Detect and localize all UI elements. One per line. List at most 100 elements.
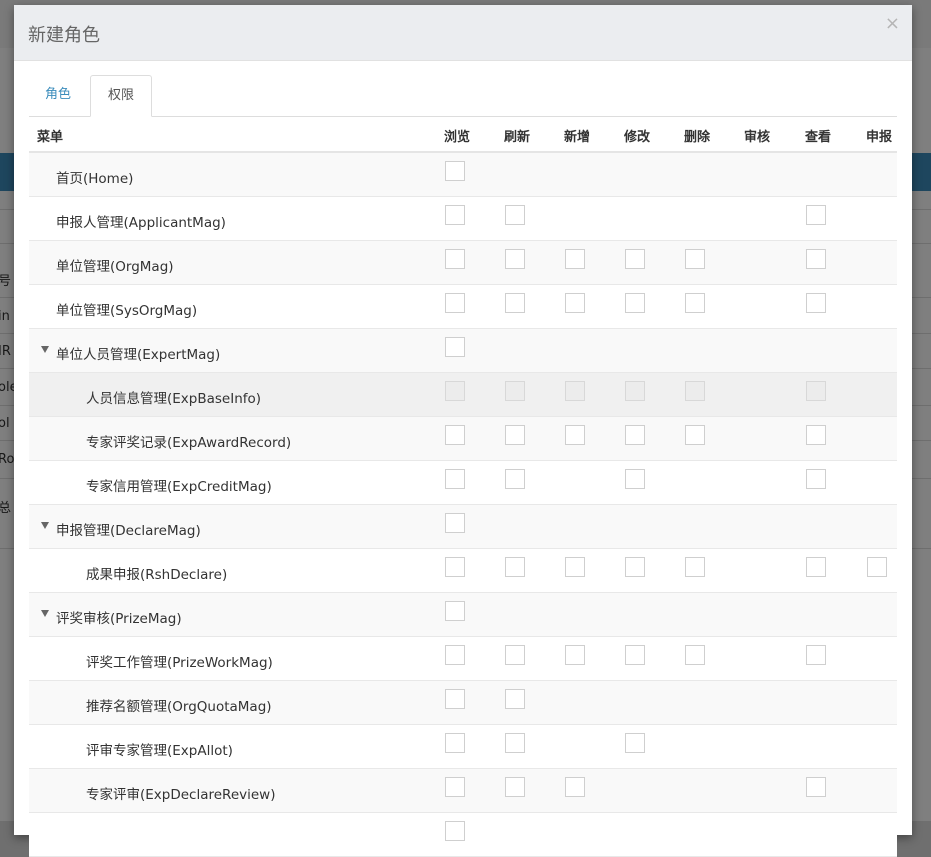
permission-checkbox-browse[interactable] [445,557,465,577]
menu-item-label: 专家评审(ExpDeclareReview) [86,787,276,803]
table-row: 专家信用管理(ExpCreditMag) [29,461,897,505]
tab-permissions[interactable]: 权限 [90,75,152,117]
column-header-menu: 菜单 [37,130,64,145]
permission-checkbox-edit[interactable] [625,249,645,269]
permission-checkbox-refresh[interactable] [505,557,525,577]
permission-checkbox-view[interactable] [806,557,826,577]
permission-checkbox-delete[interactable] [685,249,705,269]
permission-checkbox-edit[interactable] [625,557,645,577]
dialog-header: 新建角色 × [14,5,912,61]
permission-checkbox-browse[interactable] [445,205,465,225]
permission-checkbox-view[interactable] [806,381,826,401]
permission-checkbox-browse[interactable] [445,249,465,269]
menu-item-label: 评奖工作管理(PrizeWorkMag) [86,655,273,671]
permission-checkbox-refresh[interactable] [505,381,525,401]
permission-checkbox-view[interactable] [806,293,826,313]
permission-checkbox-browse[interactable] [445,293,465,313]
permission-checkbox-add[interactable] [565,425,585,445]
permission-checkbox-browse[interactable] [445,689,465,709]
permission-checkbox-add[interactable] [565,293,585,313]
permission-checkbox-browse[interactable] [445,161,465,181]
permission-checkbox-delete[interactable] [685,645,705,665]
permission-checkbox-edit[interactable] [625,293,645,313]
permission-checkbox-declare[interactable] [867,557,887,577]
menu-item-label: 评奖审核(PrizeMag) [56,611,182,627]
permission-checkbox-edit[interactable] [625,381,645,401]
table-row [29,813,897,857]
menu-item-label: 单位人员管理(ExpertMag) [56,347,221,363]
column-header-browse: 浏览 [444,130,471,145]
permission-checkbox-refresh[interactable] [505,689,525,709]
menu-item-label: 专家评奖记录(ExpAwardRecord) [86,435,292,451]
permission-checkbox-delete[interactable] [685,425,705,445]
permission-checkbox-browse[interactable] [445,645,465,665]
column-header-review: 审核 [744,130,771,145]
permission-checkbox-browse[interactable] [445,601,465,621]
permission-checkbox-refresh[interactable] [505,777,525,797]
tab-role[interactable]: 角色 [29,75,87,115]
permission-checkbox-browse[interactable] [445,337,465,357]
permission-checkbox-refresh[interactable] [505,469,525,489]
permission-checkbox-refresh[interactable] [505,249,525,269]
permission-checkbox-refresh[interactable] [505,205,525,225]
permission-checkbox-edit[interactable] [625,425,645,445]
table-row: 评奖审核(PrizeMag) [29,593,897,637]
close-icon[interactable]: × [885,15,900,33]
permission-checkbox-edit[interactable] [625,469,645,489]
permission-checkbox-view[interactable] [806,645,826,665]
permission-checkbox-browse[interactable] [445,733,465,753]
table-row: 单位管理(OrgMag) [29,241,897,285]
permission-table: 菜单 浏览 刷新 新增 修改 删除 审核 查看 申报 首页(Home) 申报人管理(Applic… [29,117,897,857]
permission-checkbox-add[interactable] [565,777,585,797]
column-header-delete: 删除 [684,130,711,145]
menu-item-label: 评审专家管理(ExpAllot) [86,743,233,759]
tab-bar: 角色 权限 [29,75,897,117]
permission-checkbox-browse[interactable] [445,425,465,445]
permission-checkbox-delete[interactable] [685,381,705,401]
permission-checkbox-refresh[interactable] [505,425,525,445]
column-header-view: 查看 [805,130,832,145]
permission-checkbox-browse[interactable] [445,469,465,489]
permission-checkbox-add[interactable] [565,645,585,665]
permission-checkbox-view[interactable] [806,777,826,797]
expand-caret-icon[interactable] [41,610,49,617]
column-header-refresh: 刷新 [504,130,531,145]
permission-checkbox-view[interactable] [806,469,826,489]
permission-checkbox-delete[interactable] [685,557,705,577]
permission-checkbox-add[interactable] [565,249,585,269]
permission-checkbox-delete[interactable] [685,293,705,313]
permission-checkbox-refresh[interactable] [505,293,525,313]
table-row: 评审专家管理(ExpAllot) [29,725,897,769]
menu-item-label: 人员信息管理(ExpBaseInfo) [86,391,262,407]
table-row: 首页(Home) [29,153,897,197]
table-row: 专家评审(ExpDeclareReview) [29,769,897,813]
permission-checkbox-edit[interactable] [625,645,645,665]
permission-checkbox-view[interactable] [806,205,826,225]
permission-checkbox-browse[interactable] [445,513,465,533]
permission-checkbox-view[interactable] [806,425,826,445]
menu-item-label: 申报人管理(ApplicantMag) [56,215,226,231]
table-row: 单位管理(SysOrgMag) [29,285,897,329]
menu-item-label: 推荐名额管理(OrgQuotaMag) [86,699,272,715]
column-header-declare: 申报 [866,130,893,145]
permission-checkbox-browse[interactable] [445,381,465,401]
expand-caret-icon[interactable] [41,522,49,529]
menu-item-label: 成果申报(RshDeclare) [86,567,228,583]
permission-checkbox-view[interactable] [806,249,826,269]
table-row: 专家评奖记录(ExpAwardRecord) [29,417,897,461]
table-row: 申报人管理(ApplicantMag) [29,197,897,241]
permission-checkbox-browse[interactable] [445,777,465,797]
new-role-dialog: 新建角色 × 角色 权限 菜单 浏览 刷新 新增 修改 删除 审核 查看 申报 首页(Home… [14,5,912,857]
table-body: 首页(Home) 申报人管理(ApplicantMag) 单位管理(OrgMag) 单… [29,153,897,857]
menu-item-label: 单位管理(OrgMag) [56,259,174,275]
table-row: 单位人员管理(ExpertMag) [29,329,897,373]
permission-checkbox-browse[interactable] [445,821,465,841]
expand-caret-icon[interactable] [41,346,49,353]
permission-checkbox-refresh[interactable] [505,645,525,665]
permission-checkbox-add[interactable] [565,557,585,577]
permission-checkbox-edit[interactable] [625,733,645,753]
column-header-edit: 修改 [624,130,651,145]
table-row: 推荐名额管理(OrgQuotaMag) [29,681,897,725]
permission-checkbox-add[interactable] [565,381,585,401]
permission-checkbox-refresh[interactable] [505,733,525,753]
